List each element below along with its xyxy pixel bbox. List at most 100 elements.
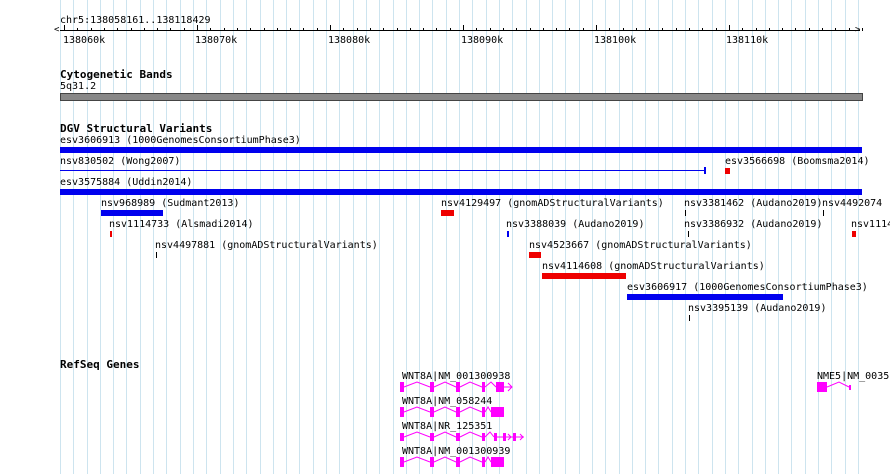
ruler-minor-tick — [224, 28, 225, 31]
ruler-minor-tick — [250, 28, 251, 31]
dgv-feature-label: nsv3386932 (Audano2019) — [684, 219, 823, 230]
grid-line — [206, 0, 207, 474]
grid-line — [379, 0, 380, 474]
ruler-tick-label: 138090k — [461, 35, 504, 46]
grid-line — [619, 0, 620, 474]
ruler-minor-tick — [290, 28, 291, 31]
ruler-minor-tick — [170, 28, 171, 31]
gene-model-wnt8a-nr-125351[interactable] — [400, 430, 530, 444]
ruler-minor-tick — [649, 28, 650, 31]
dgv-feature-bar[interactable] — [156, 252, 157, 258]
ruler-minor-tick — [822, 28, 823, 31]
grid-line — [339, 0, 340, 474]
dgv-feature-bar[interactable] — [688, 231, 689, 237]
ruler-axis — [60, 30, 860, 31]
grid-line — [645, 0, 646, 474]
grid-line — [180, 0, 181, 474]
dgv-track-title[interactable]: DGV Structural Variants — [60, 122, 212, 135]
grid-line — [539, 0, 540, 474]
ruler-right-arrow-icon: > — [855, 25, 861, 35]
dgv-feature-label: nsv1114 — [851, 219, 890, 230]
ruler-tick-label: 138060k — [63, 35, 106, 46]
ruler-minor-tick — [716, 28, 717, 31]
dgv-feature-label: nsv4114608 (gnomADStructuralVariants) — [542, 261, 765, 272]
ruler-minor-tick — [849, 28, 850, 31]
refseq-track-title[interactable]: RefSeq Genes — [60, 358, 139, 371]
ruler-major-tick — [596, 25, 597, 31]
ruler-minor-tick — [317, 28, 318, 31]
grid-line — [286, 0, 287, 474]
dgv-feature-bar[interactable] — [60, 147, 862, 153]
ruler-minor-tick — [516, 28, 517, 31]
grid-line — [592, 0, 593, 474]
grid-line — [818, 0, 819, 474]
dgv-feature-bar[interactable] — [627, 294, 783, 300]
grid-line — [366, 0, 367, 474]
grid-line — [579, 0, 580, 474]
grid-line — [658, 0, 659, 474]
dgv-feature-bar[interactable] — [542, 273, 626, 279]
grid-line — [738, 0, 739, 474]
ruler-minor-tick — [436, 28, 437, 31]
dgv-feature-bar[interactable] — [685, 210, 686, 216]
gene-model-nme5[interactable] — [817, 380, 890, 394]
dgv-feature-label: nsv4523667 (gnomADStructuralVariants) — [529, 240, 752, 251]
grid-line — [778, 0, 779, 474]
dgv-feature-label: esv3575884 (Uddin2014) — [60, 177, 193, 188]
gene-model-wnt8a-nm-001300939[interactable] — [400, 455, 530, 469]
ruler-minor-tick — [264, 28, 265, 31]
dgv-feature-bar[interactable] — [689, 315, 690, 321]
dgv-feature-label: nsv4129497 (gnomADStructuralVariants) — [441, 198, 664, 209]
ruler-tick-label: 138070k — [195, 35, 238, 46]
dgv-feature-label: nsv3381462 (Audano2019) — [684, 198, 823, 209]
ruler-tick-label: 138110k — [726, 35, 769, 46]
ruler-minor-tick — [237, 28, 238, 31]
grid-line — [752, 0, 753, 474]
dgv-feature-bar[interactable] — [529, 252, 541, 258]
gene-model-wnt8a-nm-001300938[interactable] — [400, 380, 530, 394]
ruler-minor-tick — [742, 28, 743, 31]
grid-line — [313, 0, 314, 474]
gene-model-wnt8a-nm-058244[interactable] — [400, 405, 530, 419]
dgv-feature-bar[interactable] — [507, 231, 509, 237]
dgv-feature-bar[interactable] — [60, 189, 862, 195]
ruler-minor-tick — [556, 28, 557, 31]
grid-line — [220, 0, 221, 474]
cytoband-track-title[interactable]: Cytogenetic Bands — [60, 68, 173, 81]
ruler-minor-tick — [450, 28, 451, 31]
grid-line — [273, 0, 274, 474]
ruler-major-tick — [64, 25, 65, 31]
cytoband-bar[interactable] — [60, 93, 863, 101]
ruler-minor-tick — [410, 28, 411, 31]
genome-browser-view: chr5:138058161..138118429 < > 138060k 13… — [0, 0, 890, 474]
ruler-minor-tick — [689, 28, 690, 31]
dgv-feature-bar[interactable] — [852, 231, 856, 237]
ruler-minor-tick — [530, 28, 531, 31]
ruler-minor-tick — [795, 28, 796, 31]
ruler-major-tick — [463, 25, 464, 31]
dgv-feature-bar[interactable] — [725, 168, 730, 174]
grid-line — [193, 0, 194, 474]
ruler-minor-tick — [91, 28, 92, 31]
ruler-minor-tick — [543, 28, 544, 31]
ruler-tick-label: 138100k — [594, 35, 637, 46]
dgv-feature-bar[interactable] — [441, 210, 454, 216]
ruler-major-tick — [729, 25, 730, 31]
dgv-feature-bar[interactable] — [823, 210, 824, 216]
ruler-minor-tick — [357, 28, 358, 31]
ruler-minor-tick — [476, 28, 477, 31]
ruler-minor-tick — [609, 28, 610, 31]
dgv-feature-label: nsv1114733 (Alsmadi2014) — [109, 219, 254, 230]
ruler-minor-tick — [835, 28, 836, 31]
dgv-feature-label: nsv830502 (Wong2007) — [60, 156, 181, 167]
grid-line — [260, 0, 261, 474]
dgv-feature-bar[interactable] — [110, 231, 112, 237]
ruler-minor-tick — [144, 28, 145, 31]
dgv-feature-label: nsv3388039 (Audano2019) — [506, 219, 645, 230]
dgv-feature-label: nsv3395139 (Audano2019) — [688, 303, 827, 314]
grid-line — [246, 0, 247, 474]
dgv-feature-bar[interactable] — [60, 170, 705, 171]
grid-line — [632, 0, 633, 474]
dgv-feature-bar[interactable] — [101, 210, 163, 216]
grid-line — [353, 0, 354, 474]
